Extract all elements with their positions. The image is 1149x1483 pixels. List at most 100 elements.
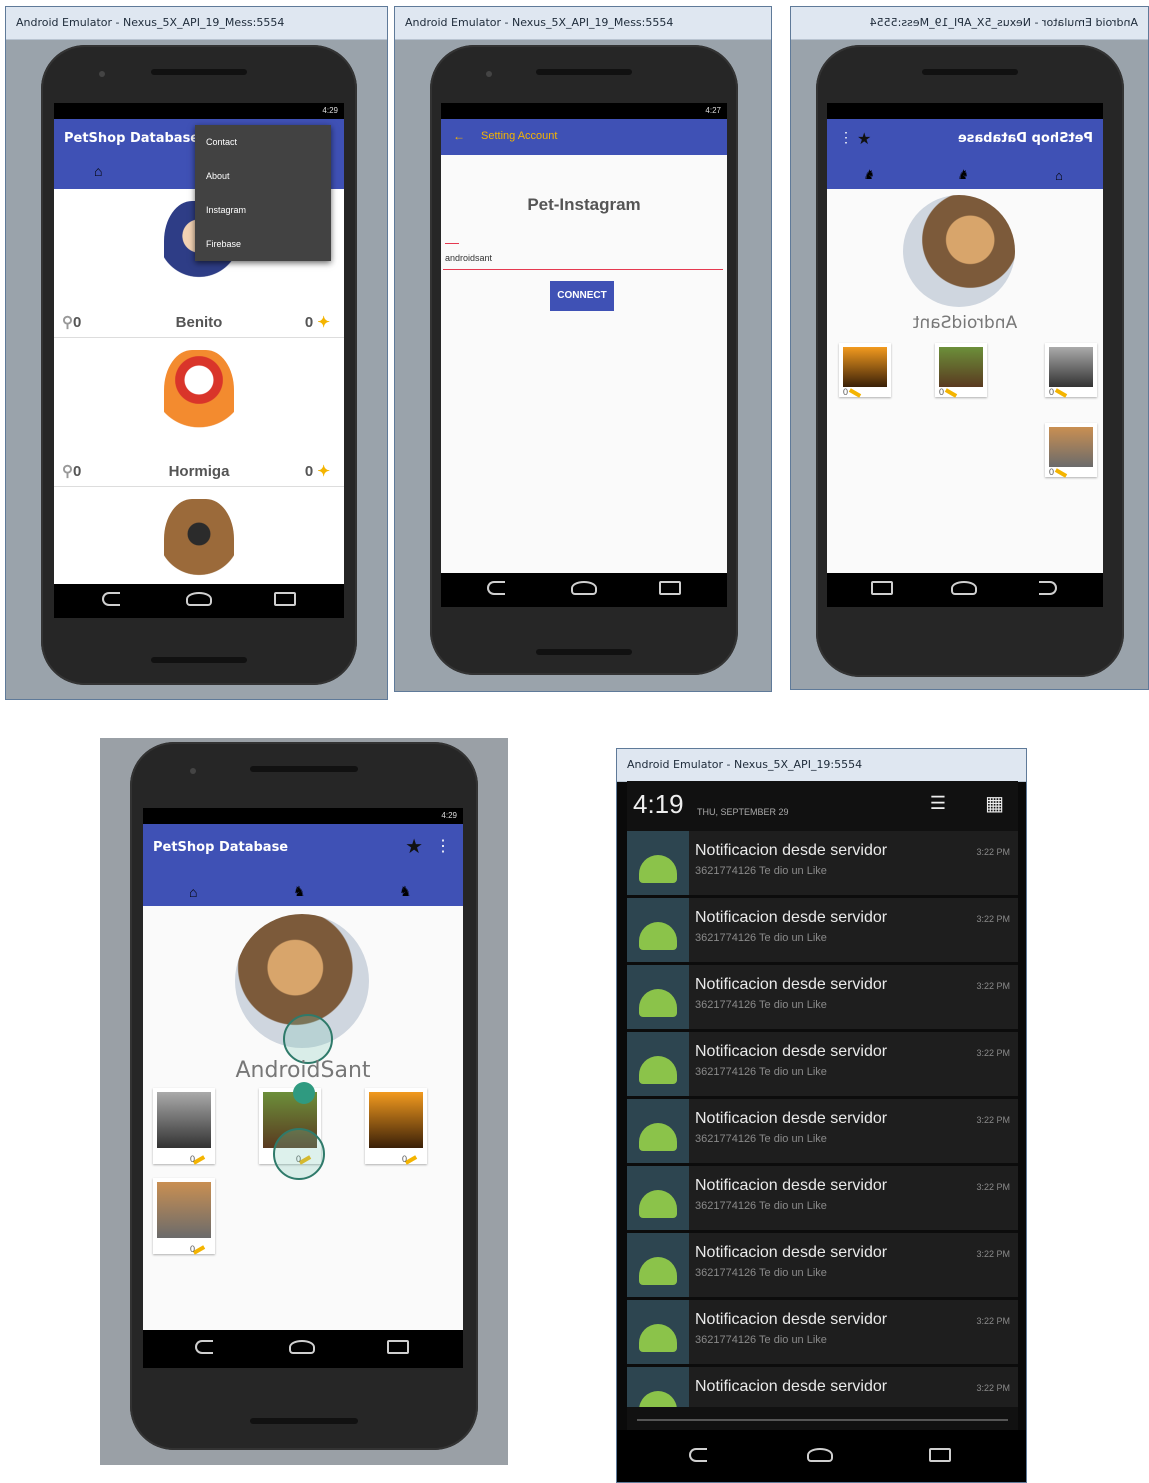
- notification-time: 3:22 PM: [976, 1182, 1010, 1192]
- more-icon[interactable]: ⋮: [435, 836, 451, 856]
- notification-time: 3:22 PM: [976, 1316, 1010, 1326]
- notification-item[interactable]: Notificacion desde servidor 3621774126 Te…: [627, 898, 1018, 965]
- app-bar: PetShop Database ★ ⋮ ⌂ ♞ ♞: [143, 824, 463, 906]
- window-title: Android Emulator - Nexus_5X_API_19:5554: [617, 749, 1026, 782]
- system-nav-bar: [617, 1430, 1026, 1482]
- notification-item[interactable]: Notificacion desde servidor 3:22 PM: [627, 1367, 1018, 1407]
- notification-time: 3:22 PM: [976, 1383, 1010, 1393]
- home-nav-icon[interactable]: [807, 1448, 833, 1462]
- more-icon[interactable]: ⋮: [839, 129, 853, 146]
- home-nav-icon[interactable]: [951, 581, 977, 595]
- back-icon[interactable]: [1039, 581, 1057, 595]
- recents-icon[interactable]: [929, 1448, 951, 1462]
- home-icon[interactable]: ⌂: [1055, 168, 1063, 183]
- like-count[interactable]: 0 ✦: [305, 462, 330, 480]
- recents-icon[interactable]: [274, 592, 296, 606]
- dog-icon[interactable]: ♞: [957, 167, 969, 183]
- photo-thumb[interactable]: 0: [839, 343, 891, 398]
- golden-bone-icon: [944, 388, 958, 398]
- profile-username: AndroidSant: [912, 313, 1018, 333]
- system-nav-bar: [441, 573, 727, 607]
- back-icon[interactable]: [195, 1340, 213, 1354]
- like-value: 0: [189, 1154, 195, 1164]
- android-icon: [639, 1391, 677, 1407]
- photo-thumb[interactable]: 0: [153, 1088, 215, 1165]
- menu-item-firebase[interactable]: Firebase: [195, 227, 331, 261]
- recents-icon[interactable]: [871, 581, 893, 595]
- status-bar: 4:29: [143, 808, 463, 824]
- window-title: Android Emulator - Nexus_5X_API_19_Mess:…: [791, 7, 1148, 40]
- home-nav-icon[interactable]: [289, 1340, 315, 1354]
- golden-bone-icon: [1054, 388, 1068, 398]
- back-icon[interactable]: [102, 592, 120, 606]
- emulator-window-3: Android Emulator - Nexus_5X_API_19_Mess:…: [790, 6, 1149, 690]
- like-count[interactable]: 0 ✦: [305, 313, 330, 331]
- home-icon[interactable]: ⌂: [189, 884, 197, 900]
- home-nav-icon[interactable]: [186, 592, 212, 606]
- notification-item[interactable]: Notificacion desde servidor 3621774126 Te…: [627, 1233, 1018, 1300]
- dog-icon[interactable]: ♞: [863, 167, 875, 183]
- star-icon[interactable]: ★: [405, 834, 423, 859]
- dog-icon[interactable]: ♞: [399, 883, 412, 900]
- recents-icon[interactable]: [387, 1340, 409, 1354]
- photo-thumb[interactable]: 0: [365, 1088, 427, 1165]
- notification-title: Notificacion desde servidor: [695, 842, 888, 859]
- date: THU, SEPTEMBER 29: [697, 807, 789, 817]
- recents-icon[interactable]: [659, 581, 681, 595]
- menu-item-contact[interactable]: Contact: [195, 125, 331, 159]
- golden-bone-icon: ✦: [317, 314, 330, 331]
- photo-image: [157, 1182, 211, 1238]
- account-input[interactable]: androidsant: [443, 243, 723, 270]
- notification-item[interactable]: Notificacion desde servidor 3621774126 Te…: [627, 1099, 1018, 1166]
- emulator-window-4: 4:29 PetShop Database ★ ⋮ ⌂ ♞ ♞ AndroidS…: [100, 738, 508, 1465]
- menu-item-about[interactable]: About: [195, 159, 331, 193]
- notification-item[interactable]: Notificacion desde servidor 3621774126 Te…: [627, 831, 1018, 898]
- photo-thumb[interactable]: 0: [935, 343, 987, 398]
- emulator-window-1: Android Emulator - Nexus_5X_API_19_Mess:…: [5, 6, 388, 700]
- back-icon[interactable]: [487, 581, 505, 595]
- notification-item[interactable]: Notificacion desde servidor 3621774126 Te…: [627, 965, 1018, 1032]
- photo-thumb[interactable]: 0: [1045, 343, 1097, 398]
- home-nav-icon[interactable]: [571, 581, 597, 595]
- menu-item-instagram[interactable]: Instagram: [195, 193, 331, 227]
- bottom-speaker: [250, 1418, 358, 1424]
- profile-photo: [903, 195, 1015, 307]
- bottom-speaker: [151, 657, 247, 663]
- home-icon[interactable]: ⌂: [94, 163, 102, 179]
- quick-settings-icon[interactable]: ▦: [985, 791, 1004, 816]
- notification-item[interactable]: Notificacion desde servidor 3621774126 Te…: [627, 1300, 1018, 1367]
- back-arrow-icon[interactable]: ←: [453, 129, 465, 143]
- phone-frame: PetShop Database ★ ⋮ ⌂ ♞ ♞ AndroidSant 0…: [816, 45, 1124, 677]
- pet-card: ⚲0 Hormiga 0 ✦: [54, 338, 344, 487]
- phone-screen: 4:29 PetShop Database ★ ⋮ ⌂ ♞ ♞ AndroidS…: [143, 808, 463, 1368]
- pet-name: Benito: [175, 314, 223, 331]
- clear-all-icon[interactable]: ☰: [930, 793, 946, 814]
- connect-button[interactable]: CONNECT: [550, 281, 614, 311]
- notification-text: 3621774126 Te dio un Like: [695, 1267, 827, 1279]
- dog-icon[interactable]: ♞: [293, 883, 306, 900]
- notification-item[interactable]: Notificacion desde servidor 3621774126 Te…: [627, 1166, 1018, 1233]
- notification-list: Notificacion desde servidor 3621774126 Te…: [627, 831, 1018, 1407]
- android-icon: [639, 1123, 677, 1151]
- toolbar: ← Setting Account: [441, 119, 727, 155]
- notification-app-icon: [627, 1099, 689, 1163]
- camera: [486, 71, 492, 77]
- phone-screen: 4:27 ← Setting Account Pet-Instagram and…: [441, 103, 727, 607]
- camera: [190, 768, 196, 774]
- back-icon[interactable]: [689, 1448, 707, 1462]
- like-value: 0: [304, 314, 314, 331]
- status-bar: 4:27: [441, 103, 727, 119]
- touch-ripple: [293, 1082, 315, 1104]
- photo-image: [939, 347, 983, 387]
- notification-text: 3621774126 Te dio un Like: [695, 1066, 827, 1078]
- star-icon[interactable]: ★: [857, 129, 871, 149]
- notification-time: 3:22 PM: [976, 1048, 1010, 1058]
- notification-title: Notificacion desde servidor: [695, 1110, 888, 1127]
- notification-text: 3621774126 Te dio un Like: [695, 1334, 827, 1346]
- android-icon: [639, 1257, 677, 1285]
- window-title: Android Emulator - Nexus_5X_API_19_Mess:…: [6, 7, 387, 40]
- photo-thumb[interactable]: 0: [1045, 423, 1097, 478]
- like-value: 0: [304, 463, 314, 480]
- notification-item[interactable]: Notificacion desde servidor 3621774126 Te…: [627, 1032, 1018, 1099]
- photo-thumb[interactable]: 0: [153, 1178, 215, 1255]
